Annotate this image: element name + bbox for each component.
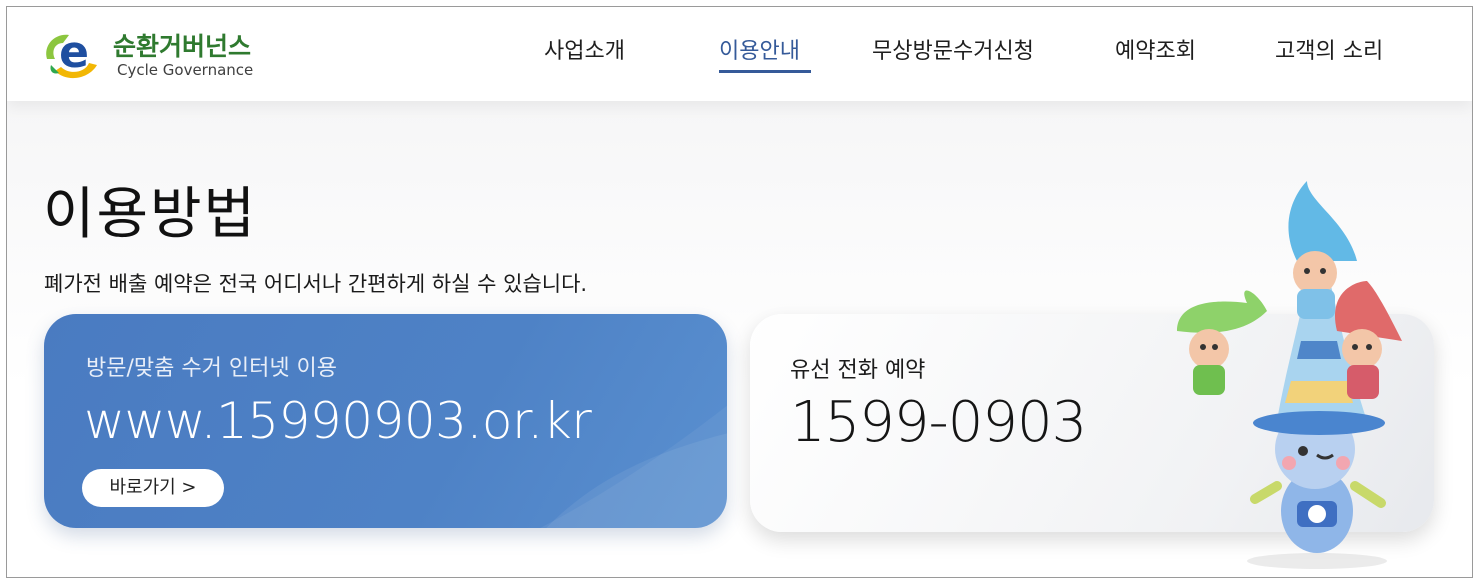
phone-booking-number[interactable]: 1599-0903 bbox=[790, 390, 1087, 455]
nav-item-usage-guide[interactable]: 이용안내 bbox=[719, 33, 800, 65]
site-header: e 순환거버넌스 Cycle Governance 사업소개 이용안내 무상방문… bbox=[7, 7, 1472, 101]
page-title: 이용방법 bbox=[43, 182, 258, 247]
nav-item-reservation-lookup[interactable]: 예약조회 bbox=[1115, 33, 1196, 65]
nav-item-customer-voice[interactable]: 고객의 소리 bbox=[1275, 33, 1383, 65]
recycle-e-logo-icon: e bbox=[46, 27, 97, 79]
page-description: 폐가전 배출 예약은 전국 어디서나 간편하게 하실 수 있습니다. bbox=[44, 272, 588, 296]
svg-text:e: e bbox=[59, 27, 89, 78]
brand-name: 순환거버넌스 bbox=[113, 32, 252, 61]
brand-subtitle: Cycle Governance bbox=[117, 61, 254, 79]
go-button[interactable]: 바로가기 > bbox=[82, 469, 224, 507]
internet-booking-card[interactable]: 방문/맞춤 수거 인터넷 이용 www.15990903.or.kr 바로가기 … bbox=[44, 314, 727, 528]
nav-item-free-pickup[interactable]: 무상방문수거신청 bbox=[872, 33, 1034, 65]
internet-booking-label: 방문/맞춤 수거 인터넷 이용 bbox=[86, 356, 338, 381]
page-frame: e 순환거버넌스 Cycle Governance 사업소개 이용안내 무상방문… bbox=[6, 6, 1473, 578]
site-logo[interactable]: e 순환거버넌스 Cycle Governance bbox=[41, 25, 281, 85]
nav-item-business[interactable]: 사업소개 bbox=[544, 33, 625, 65]
internet-booking-url[interactable]: www.15990903.or.kr bbox=[84, 392, 592, 450]
phone-booking-label: 유선 전화 예약 bbox=[790, 358, 926, 383]
recycling-mascot-characters bbox=[1177, 181, 1402, 569]
nav-active-indicator bbox=[719, 70, 811, 73]
main-content: 이용방법 폐가전 배출 예약은 전국 어디서나 간편하게 하실 수 있습니다. … bbox=[7, 101, 1472, 577]
